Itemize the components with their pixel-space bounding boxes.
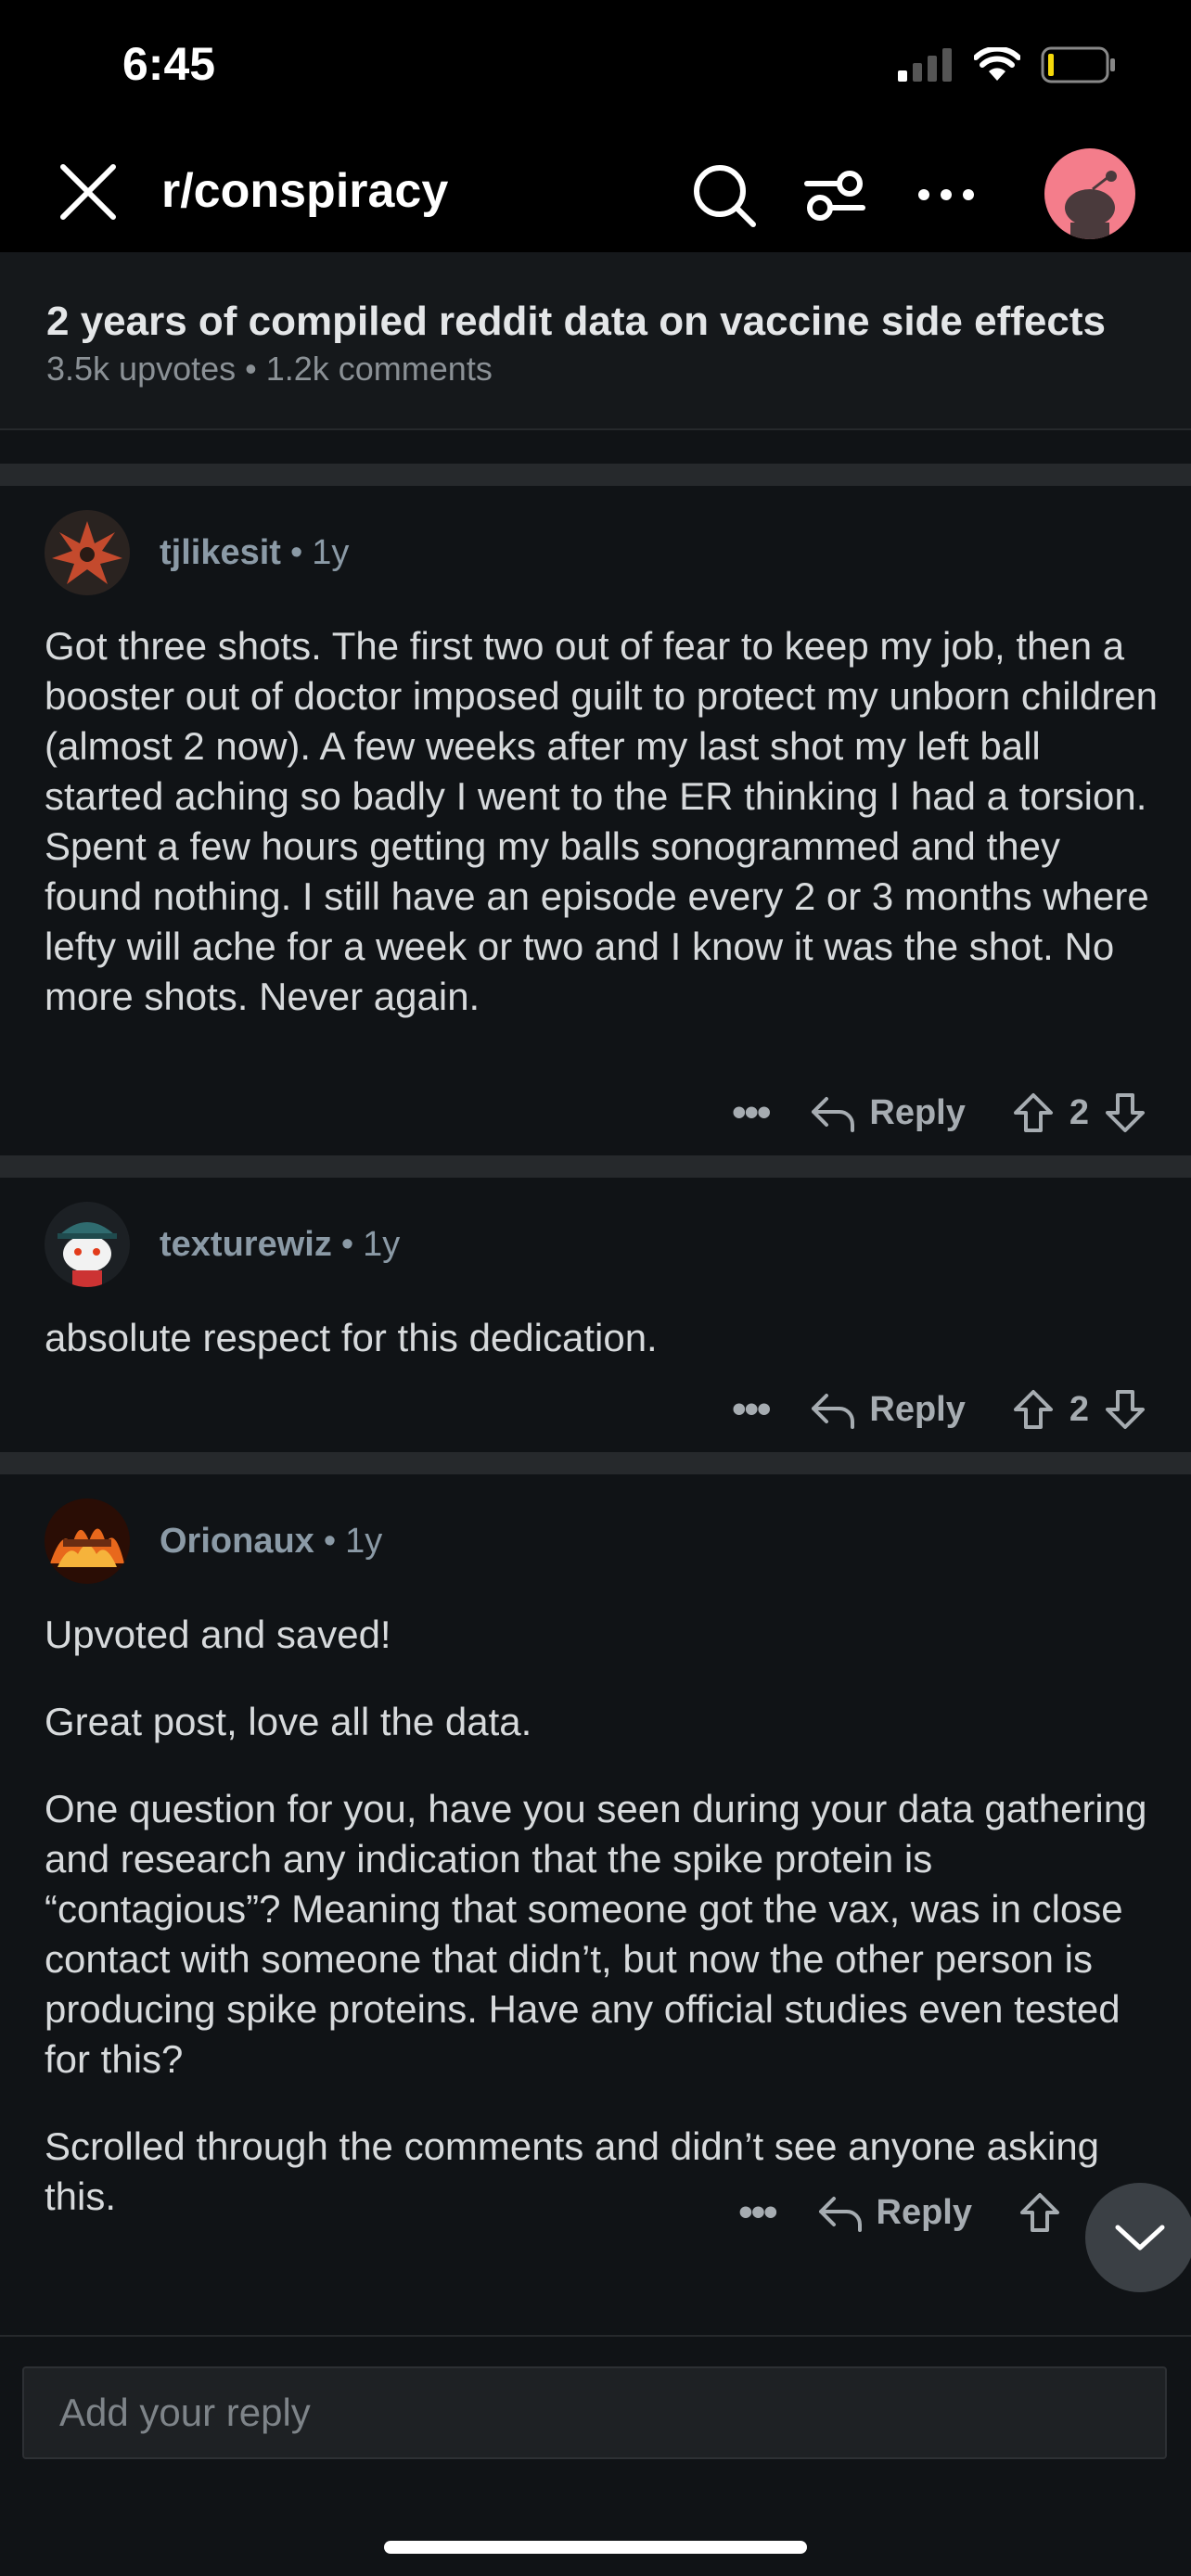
top-bar: 6:45 r/conspiracy [0, 0, 1191, 252]
snoo-avatar-icon [45, 1202, 130, 1287]
comment-age: 1y [363, 1224, 401, 1264]
comment-username[interactable]: Orionaux [160, 1522, 314, 1562]
reply-label: Reply [869, 1092, 966, 1132]
status-icons [898, 46, 1117, 83]
reply-button[interactable]: Reply [810, 1092, 966, 1133]
fire-avatar-icon [45, 1498, 130, 1584]
divider [0, 1452, 1191, 1474]
meta-separator: • [323, 1521, 337, 1561]
comment-username[interactable]: tjlikesit [160, 533, 281, 573]
cellular-signal-icon [898, 48, 952, 82]
comment: texturewiz • 1y absolute respect for thi… [0, 1178, 1191, 1452]
post-meta: 3.5k upvotes • 1.2k comments [46, 350, 493, 388]
upvote-icon[interactable] [1018, 2191, 1061, 2234]
reply-button[interactable]: Reply [817, 2193, 972, 2233]
downvote-icon[interactable] [1104, 1388, 1146, 1431]
reply-bar: Add your reply [0, 2335, 1191, 2476]
comment: tjlikesit • 1y Got three shots. The firs… [0, 486, 1191, 1155]
chevron-down-icon [1115, 2225, 1165, 2251]
comment-text: Got three shots. The first two out of fe… [45, 624, 1158, 1018]
comment-actions: ••• Reply 2 [732, 1085, 1146, 1141]
reply-label: Reply [869, 1389, 966, 1429]
more-options-button[interactable]: ••• [738, 2189, 777, 2236]
nav-bar: r/conspiracy [0, 139, 1191, 250]
comment-age: 1y [312, 532, 350, 572]
vote-count: 2 [1069, 1092, 1089, 1132]
comment-text: Great post, love all the data. [45, 1700, 532, 1743]
comment-body: Upvoted and saved! Great post, love all … [45, 1610, 1167, 2259]
reply-arrow-icon [812, 1097, 855, 1132]
battery-icon [1041, 46, 1115, 83]
reply-button[interactable]: Reply [810, 1389, 966, 1430]
reply-label: Reply [876, 2192, 972, 2232]
vote-count: 2 [1069, 1389, 1089, 1429]
home-indicator[interactable] [384, 2541, 807, 2554]
demogorgon-avatar-icon [45, 510, 130, 595]
divider [0, 464, 1191, 486]
vote-controls: 2 [1012, 1388, 1146, 1431]
comment-username[interactable]: texturewiz [160, 1225, 332, 1265]
post-header[interactable]: 2 years of compiled reddit data on vacci… [0, 252, 1191, 430]
upvote-icon[interactable] [1012, 1388, 1055, 1431]
more-options-button[interactable]: ••• [732, 1386, 771, 1433]
wifi-icon [974, 47, 1020, 81]
user-avatar[interactable] [1044, 148, 1135, 239]
snoo-avatar-icon [1065, 171, 1117, 239]
more-options-icon[interactable] [909, 158, 983, 232]
comment: Orionaux • 1y Upvoted and saved! Great p… [0, 1474, 1191, 2335]
comment-actions: ••• Reply 2 [732, 1382, 1146, 1437]
reply-arrow-icon [812, 1394, 855, 1429]
search-icon[interactable] [686, 158, 761, 232]
vote-controls: 2 [1012, 1091, 1146, 1134]
divider [0, 1155, 1191, 1178]
downvote-icon[interactable] [1104, 1091, 1146, 1134]
reply-input[interactable]: Add your reply [22, 2366, 1167, 2459]
meta-separator: • [340, 1224, 354, 1264]
comment-age: 1y [345, 1521, 383, 1561]
comment-text: Upvoted and saved! [45, 1613, 391, 1656]
avatar[interactable] [45, 1202, 130, 1287]
more-options-button[interactable]: ••• [732, 1090, 771, 1136]
next-comment-button[interactable] [1085, 2183, 1191, 2292]
status-time: 6:45 [122, 38, 216, 90]
close-icon[interactable] [56, 159, 121, 224]
avatar[interactable] [45, 510, 130, 595]
comment-text: absolute respect for this dedication. [45, 1316, 658, 1359]
comment-body: Got three shots. The first two out of fe… [45, 621, 1167, 1059]
upvote-icon[interactable] [1012, 1091, 1055, 1134]
meta-separator: • [289, 532, 303, 572]
post-title: 2 years of compiled reddit data on vacci… [46, 299, 1106, 344]
subreddit-name[interactable]: r/conspiracy [161, 163, 448, 219]
reply-arrow-icon [818, 2197, 862, 2232]
avatar[interactable] [45, 1498, 130, 1584]
comment-text: One question for you, have you seen duri… [45, 1787, 1147, 2081]
sort-filter-icon[interactable] [798, 158, 872, 232]
